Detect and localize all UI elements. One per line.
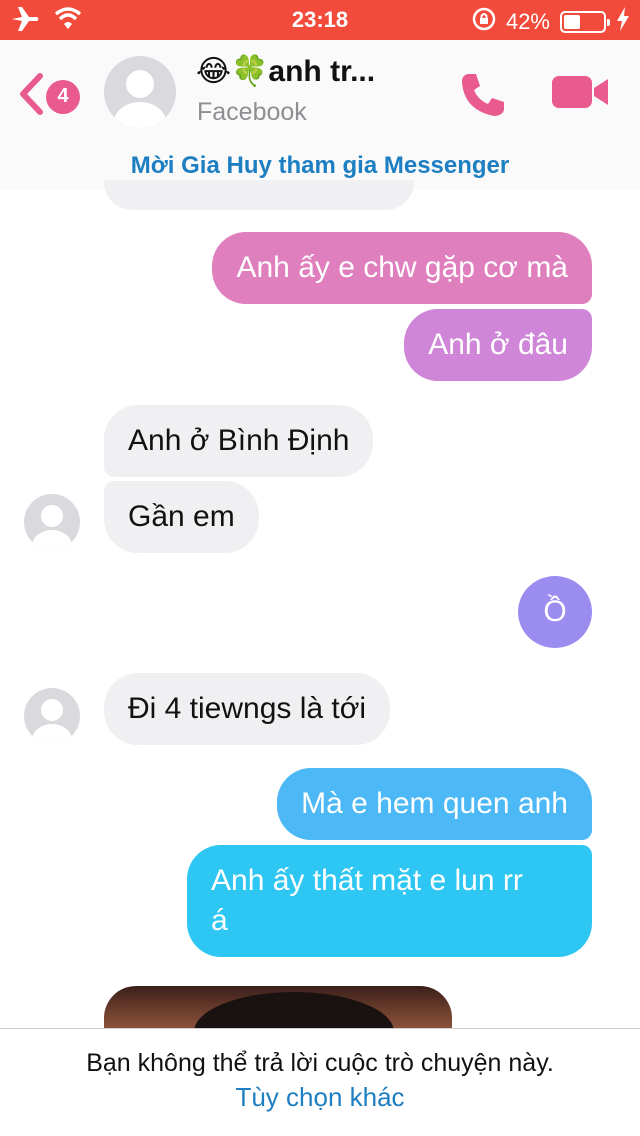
message-bubble-outgoing[interactable]: Mà e hem quen anh bbox=[277, 768, 592, 840]
partial-incoming-bubble bbox=[104, 180, 414, 210]
message-bubble-incoming[interactable]: Đi 4 tiewngs là tới bbox=[104, 673, 391, 745]
message-bubble-outgoing[interactable]: Ồ bbox=[518, 576, 592, 648]
conversation-header: 4 😂🍀anh tr... Facebook bbox=[0, 40, 640, 152]
message-bubble-outgoing[interactable]: Anh ấy e chw gặp cơ mà bbox=[212, 232, 592, 304]
status-right: 42% bbox=[472, 7, 630, 37]
message-bubble-incoming[interactable]: Gần em bbox=[104, 481, 259, 553]
back-button[interactable]: 4 bbox=[18, 72, 80, 121]
contact-name[interactable]: 😂🍀anh tr... bbox=[196, 54, 375, 89]
message-bubble-outgoing[interactable]: Anh ấy thất mặt e lun rr á bbox=[187, 845, 592, 957]
more-options-link[interactable]: Tùy chọn khác bbox=[0, 1082, 640, 1113]
message-text: Ồ bbox=[543, 595, 567, 628]
charging-icon bbox=[616, 7, 630, 37]
video-call-button[interactable] bbox=[552, 74, 610, 115]
sender-avatar[interactable] bbox=[24, 494, 80, 550]
battery-icon bbox=[560, 11, 610, 33]
battery-percent: 42% bbox=[505, 9, 550, 34]
unread-badge: 4 bbox=[46, 79, 80, 114]
status-bar: 23:18 42% bbox=[0, 0, 640, 40]
phone-call-button[interactable] bbox=[458, 70, 508, 125]
cannot-reply-notice: Bạn không thể trả lời cuộc trò chuyện nà… bbox=[86, 1049, 554, 1077]
reply-disabled-footer: Bạn không thể trả lời cuộc trò chuyện nà… bbox=[0, 1028, 640, 1136]
rotation-lock-icon bbox=[472, 7, 496, 37]
message-bubble-outgoing[interactable]: Anh ở đâu bbox=[404, 309, 592, 381]
message-bubble-incoming[interactable]: Anh ở Bình Định bbox=[104, 405, 374, 477]
contact-subtitle: Facebook bbox=[197, 98, 307, 126]
chevron-left-icon bbox=[18, 72, 44, 121]
contact-avatar[interactable] bbox=[104, 56, 176, 128]
sender-avatar[interactable] bbox=[24, 688, 80, 744]
